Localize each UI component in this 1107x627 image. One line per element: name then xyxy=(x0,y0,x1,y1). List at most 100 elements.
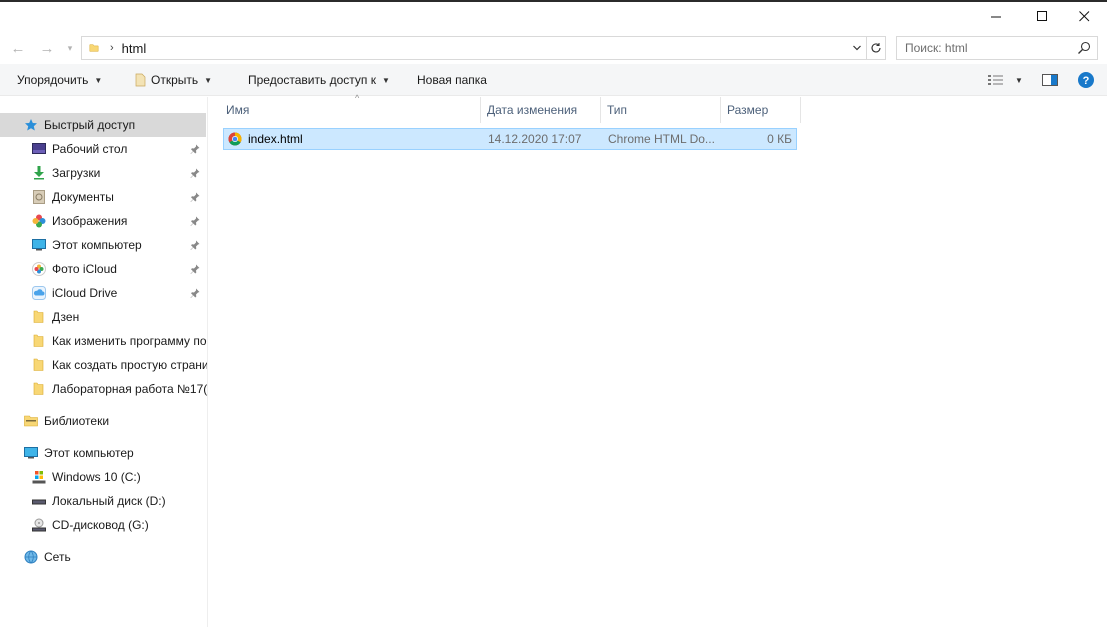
minimize-icon xyxy=(990,16,1001,17)
dropdown-arrow-icon: ▼ xyxy=(94,75,103,85)
forward-button[interactable]: → xyxy=(37,38,57,58)
dropdown-arrow-icon: ▼ xyxy=(204,75,213,85)
change-view-button[interactable]: ▼ xyxy=(987,64,1023,96)
pin-icon[interactable] xyxy=(190,167,200,181)
share-button[interactable]: Предоставить доступ к ▼ xyxy=(248,64,390,96)
table-row[interactable]: index.html 14.12.2020 17:07 Chrome HTML … xyxy=(223,128,797,150)
preview-pane-icon xyxy=(1042,74,1058,86)
nav-label: Как создать простую страни xyxy=(52,358,208,372)
close-icon xyxy=(1078,10,1089,21)
new-folder-label: Новая папка xyxy=(417,73,487,87)
dropdown-arrow-icon: ▼ xyxy=(1015,75,1023,85)
new-folder-button[interactable]: Новая папка xyxy=(417,64,487,96)
file-icon xyxy=(135,73,146,87)
address-path[interactable]: html xyxy=(122,41,147,56)
nav-libraries[interactable]: Библиотеки xyxy=(0,409,206,433)
nav-item-desktop[interactable]: Рабочий стол xyxy=(0,137,206,161)
nav-label: CD-дисковод (G:) xyxy=(52,518,149,532)
organize-label: Упорядочить xyxy=(17,73,89,87)
nav-label: iCloud Drive xyxy=(52,286,118,300)
file-date: 14.12.2020 17:07 xyxy=(488,132,582,146)
column-header-size[interactable]: Размер xyxy=(721,97,801,123)
nav-label: Библиотеки xyxy=(44,414,110,428)
nav-label: Этот компьютер xyxy=(44,446,134,460)
nav-item-icloud-photos[interactable]: Фото iCloud xyxy=(0,257,206,281)
column-label: Размер xyxy=(727,103,769,117)
help-icon: ? xyxy=(1078,72,1094,88)
nav-drive-d[interactable]: Локальный диск (D:) xyxy=(0,489,206,513)
nav-drive-g[interactable]: CD-дисковод (G:) xyxy=(0,513,206,537)
nav-label: Лабораторная работа №17( xyxy=(52,382,208,396)
nav-label: Изображения xyxy=(52,214,128,228)
column-label: Дата изменения xyxy=(487,103,578,117)
column-header-name[interactable]: ^ Имя xyxy=(220,93,481,123)
address-bar[interactable]: › html xyxy=(81,36,867,60)
cd-drive-icon xyxy=(32,518,46,532)
pictures-icon xyxy=(32,214,46,228)
nav-this-pc[interactable]: Этот компьютер xyxy=(0,441,206,465)
recent-locations-button[interactable]: ▾ xyxy=(64,38,76,58)
pin-icon[interactable] xyxy=(190,239,200,253)
pin-icon[interactable] xyxy=(190,143,200,157)
refresh-button[interactable] xyxy=(866,36,886,60)
nav-label: Фото iCloud xyxy=(52,262,117,276)
organize-button[interactable]: Упорядочить ▼ xyxy=(17,64,102,96)
nav-network[interactable]: Сеть xyxy=(0,545,206,569)
maximize-button[interactable] xyxy=(1019,2,1065,30)
folder-icon xyxy=(32,310,46,324)
command-bar: Упорядочить ▼ Открыть ▼ Предоставить дос… xyxy=(0,64,1107,96)
preview-pane-button[interactable] xyxy=(1042,64,1058,96)
title-bar xyxy=(0,2,1107,30)
libraries-icon xyxy=(24,414,38,428)
close-button[interactable] xyxy=(1061,2,1107,30)
help-button[interactable]: ? xyxy=(1077,64,1095,96)
nav-item-this-pc[interactable]: Этот компьютер xyxy=(0,233,206,257)
nav-item-downloads[interactable]: Загрузки xyxy=(0,161,206,185)
pin-icon[interactable] xyxy=(190,215,200,229)
chevron-down-icon xyxy=(853,45,861,51)
column-label: Тип xyxy=(607,103,628,117)
search-placeholder: Поиск: html xyxy=(905,41,968,55)
nav-label: Сеть xyxy=(44,550,71,564)
nav-item-pictures[interactable]: Изображения xyxy=(0,209,206,233)
nav-item-documents[interactable]: Документы xyxy=(0,185,206,209)
share-label: Предоставить доступ к xyxy=(248,73,376,87)
nav-drive-c[interactable]: Windows 10 (C:) xyxy=(0,465,206,489)
nav-label: Windows 10 (C:) xyxy=(52,470,141,484)
column-header-type[interactable]: Тип xyxy=(601,97,721,123)
windows-drive-icon xyxy=(32,470,46,484)
sort-ascending-icon: ^ xyxy=(355,93,360,103)
nav-item-folder-dzen[interactable]: Дзен xyxy=(0,305,206,329)
address-history-button[interactable] xyxy=(850,40,864,56)
pin-icon[interactable] xyxy=(190,263,200,277)
column-header-date[interactable]: Дата изменения xyxy=(481,97,601,123)
nav-item-folder-change-program[interactable]: Как изменить программу по xyxy=(0,329,207,353)
chevron-down-icon: ▾ xyxy=(67,42,73,53)
nav-item-folder-lab-work[interactable]: Лабораторная работа №17( xyxy=(0,377,208,401)
search-input[interactable]: Поиск: html xyxy=(896,36,1098,60)
star-icon xyxy=(24,118,38,132)
file-type: Chrome HTML Do... xyxy=(608,132,715,146)
pin-icon[interactable] xyxy=(190,191,200,205)
nav-item-icloud-drive[interactable]: iCloud Drive xyxy=(0,281,206,305)
arrow-left-icon: ← xyxy=(10,39,26,57)
navigation-pane: Быстрый доступ Рабочий стол Загрузки Док… xyxy=(0,97,208,627)
chrome-icon xyxy=(228,132,242,146)
minimize-button[interactable] xyxy=(973,2,1019,30)
open-label: Открыть xyxy=(151,73,199,87)
nav-item-folder-create-page[interactable]: Как создать простую страни xyxy=(0,353,208,377)
open-button[interactable]: Открыть ▼ xyxy=(135,64,212,96)
computer-icon xyxy=(24,446,38,460)
network-icon xyxy=(24,550,38,564)
file-list: ^ Имя Дата изменения Тип Размер index.ht… xyxy=(209,93,1107,627)
address-row: ← → ▾ › html Поиск: html xyxy=(0,32,1107,64)
nav-label: Рабочий стол xyxy=(52,142,128,156)
dropdown-arrow-icon: ▼ xyxy=(381,75,390,85)
pin-icon[interactable] xyxy=(190,287,200,301)
nav-label: Документы xyxy=(52,190,114,204)
nav-quick-access[interactable]: Быстрый доступ xyxy=(0,113,206,137)
folder-icon xyxy=(32,382,46,396)
back-button[interactable]: ← xyxy=(8,38,28,58)
folder-icon xyxy=(32,334,46,348)
search-icon xyxy=(1078,41,1091,54)
